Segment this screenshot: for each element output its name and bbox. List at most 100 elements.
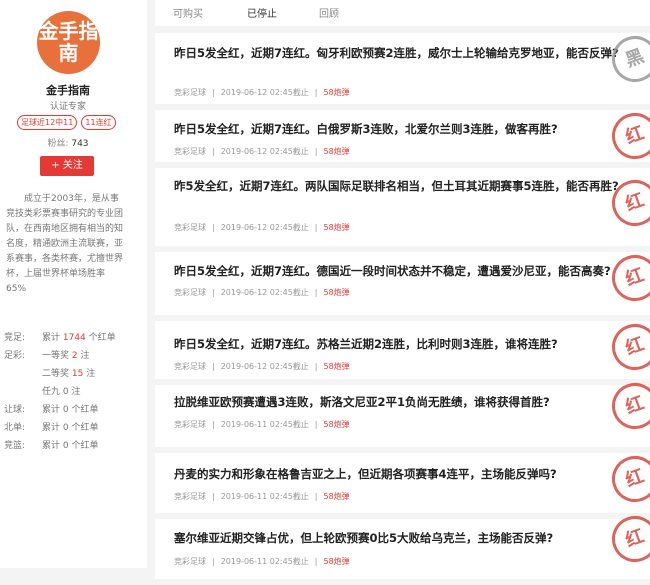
item-category: 竞彩足球 [174, 223, 206, 232]
list-item[interactable]: 昨日5发全红，近期7连红。白俄罗斯3连败，北爱尔兰则3连胜，做客再胜? 竞彩足球… [155, 106, 650, 166]
list-item[interactable]: 塞尔维亚近期交锋占优，但上轮欧预赛0比5大败给乌克兰，主场能否反弹? 竞彩足球 |… [155, 509, 650, 579]
item-category: 竞彩足球 [174, 557, 206, 566]
item-category: 竞彩足球 [174, 362, 206, 371]
result-stamp: 红 [605, 248, 650, 308]
expert-sidebar: 金手指南 金手指南 认证专家 足球近12中11 11连红 粉丝: 743 + 关… [0, 0, 147, 568]
stat-value: 累计 0 个红单 [42, 419, 98, 437]
item-title[interactable]: 昨5发全红，近期7连红。两队国际足联排名相当，但土耳其近期赛事5连胜，能否再胜? [174, 177, 644, 196]
item-category: 竞彩足球 [174, 288, 206, 297]
item-price: 58炮弹 [323, 362, 350, 371]
item-meta: 竞彩足球 | 2019-06-12 02:45截止 | 58炮弹 [174, 288, 350, 297]
stat-suffix: 个红单 [68, 441, 99, 451]
item-time: 2019-06-12 02:45截止 [220, 223, 309, 232]
item-time: 2019-06-11 02:45截止 [220, 492, 309, 501]
stat-label: 竞足: [4, 333, 26, 343]
stats-list: 竞足: 累计 1744 个红单 足彩: 一等奖 2 注 二等奖 15 注 任九 … [4, 329, 144, 455]
item-category: 竞彩足球 [174, 420, 206, 429]
stat-label: 让球: [4, 405, 26, 415]
item-title[interactable]: 昨日5发全红，近期7连红。德国近一段时间状态并不稳定，遭遇爱沙尼亚，能否高奏? [174, 262, 644, 281]
tab-available[interactable]: 可购买 [173, 5, 203, 20]
item-title[interactable]: 丹麦的实力和形象在格鲁吉亚之上，但近期各项赛事4连平，主场能反弹吗? [174, 465, 644, 484]
item-time: 2019-06-11 02:45截止 [220, 557, 309, 566]
stat-row: 竞足: 累计 1744 个红单 [4, 329, 144, 347]
follow-button[interactable]: + 关注 [40, 156, 94, 176]
list-item[interactable]: 丹麦的实力和形象在格鲁吉亚之上，但近期各项赛事4连平，主场能反弹吗? 竞彩足球 |… [155, 449, 650, 513]
item-time: 2019-06-12 02:45截止 [220, 88, 309, 97]
item-price: 58炮弹 [323, 147, 350, 156]
result-stamp: 红 [605, 317, 650, 377]
stat-value: 任九 0 注 [42, 383, 80, 401]
stat-label: 竞篮: [4, 441, 26, 451]
stat-row: 北单: 累计 0 个红单 [4, 419, 144, 437]
list-item[interactable]: 拉脱维亚欧预赛遭遇3连败，斯洛文尼亚2平1负尚无胜绩，谁将获得首胜? 竞彩足球 |… [155, 376, 650, 447]
item-price: 58炮弹 [323, 88, 350, 97]
list-item[interactable]: 昨日5发全红，近期7连红。匈牙利欧预赛2连胜，威尔士上轮输给克罗地亚，能否反弹?… [155, 29, 650, 104]
badges: 足球近12中11 11连红 [17, 115, 137, 130]
expert-name[interactable]: 金手指南 [0, 82, 136, 98]
stat-suffix: 注 [77, 351, 90, 361]
item-category: 竞彩足球 [174, 492, 206, 501]
tab-review[interactable]: 回顾 [319, 5, 339, 20]
stat-label: 北单: [4, 423, 26, 433]
result-stamp: 黑 [605, 29, 650, 89]
item-price: 58炮弹 [323, 557, 350, 566]
stat-suffix: 个红单 [68, 423, 99, 433]
item-meta: 竞彩足球 | 2019-06-12 02:45截止 | 58炮弹 [174, 88, 350, 97]
plan-tabs: 可购买 已停止 回顾 [155, 0, 650, 26]
stat-number: 15 [71, 369, 84, 379]
fans-value: 743 [71, 139, 89, 149]
item-meta: 竞彩足球 | 2019-06-12 02:45截止 | 58炮弹 [174, 223, 350, 232]
stat-number: 1744 [62, 333, 86, 343]
item-meta: 竞彩足球 | 2019-06-11 02:45截止 | 58炮弹 [174, 420, 350, 429]
tab-stopped[interactable]: 已停止 [247, 5, 277, 20]
stat-suffix: 注 [83, 369, 96, 379]
stat-suffix: 注 [68, 387, 81, 397]
streak-badge: 11连红 [81, 115, 116, 130]
item-price: 58炮弹 [323, 223, 350, 232]
logo-text: 金手指南 [38, 19, 99, 65]
list-item[interactable]: 昨日5发全红，近期7连红。苏格兰近期2连胜，比利时则3连胜，谁将连胜? 竞彩足球… [155, 317, 650, 379]
item-time: 2019-06-11 02:45截止 [220, 420, 309, 429]
stat-suffix: 个红单 [85, 333, 116, 343]
record-badge: 足球近12中11 [17, 115, 78, 130]
item-time: 2019-06-12 02:45截止 [220, 288, 309, 297]
item-time: 2019-06-12 02:45截止 [220, 362, 309, 371]
stat-row: 竞篮: 累计 0 个红单 [4, 437, 144, 455]
stat-row: 任九 0 注 [4, 383, 144, 401]
stat-prefix: 累计 [42, 441, 63, 451]
stat-suffix: 个红单 [68, 405, 99, 415]
item-meta: 竞彩足球 | 2019-06-11 02:45截止 | 58炮弹 [174, 492, 350, 501]
stat-row: 足彩: 一等奖 2 注 [4, 347, 144, 365]
result-stamp: 红 [605, 106, 650, 166]
fans-count: 粉丝: 743 [0, 136, 136, 149]
expert-avatar[interactable]: 金手指南 [37, 11, 100, 74]
stat-row: 让球: 累计 0 个红单 [4, 401, 144, 419]
expert-role: 认证专家 [49, 102, 86, 112]
item-time: 2019-06-12 02:45截止 [220, 147, 309, 156]
stat-prefix: 累计 [42, 333, 63, 343]
stat-prefix: 累计 [42, 405, 63, 415]
item-price: 58炮弹 [323, 288, 350, 297]
stat-value: 一等奖 2 注 [42, 347, 89, 365]
item-title[interactable]: 昨日5发全红，近期7连红。匈牙利欧预赛2连胜，威尔士上轮输给克罗地亚，能否反弹? [174, 44, 644, 63]
item-title[interactable]: 昨日5发全红，近期7连红。白俄罗斯3连败，北爱尔兰则3连胜，做客再胜? [174, 120, 644, 139]
list-item[interactable]: 昨5发全红，近期7连红。两队国际足联排名相当，但土耳其近期赛事5连胜，能否再胜?… [155, 168, 650, 246]
item-title[interactable]: 拉脱维亚欧预赛遭遇3连败，斯洛文尼亚2平1负尚无胜绩，谁将获得首胜? [174, 393, 644, 412]
expert-intro: 成立于2003年，是从事竞技类彩票赛事研究的专业团队，在西南地区拥有相当的知名度… [6, 194, 124, 294]
stat-prefix: 任九 [42, 387, 63, 397]
item-title[interactable]: 昨日5发全红，近期7连红。苏格兰近期2连胜，比利时则3连胜，谁将连胜? [174, 335, 644, 354]
item-meta: 竞彩足球 | 2019-06-12 02:45截止 | 58炮弹 [174, 147, 350, 156]
stat-value: 二等奖 15 注 [42, 365, 95, 383]
result-stamp: 红 [605, 509, 650, 569]
stat-prefix: 累计 [42, 423, 63, 433]
stat-value: 累计 0 个红单 [42, 437, 98, 455]
result-stamp: 红 [605, 449, 650, 509]
stat-prefix: 一等奖 [42, 351, 72, 361]
list-item[interactable]: 昨日5发全红，近期7连红。德国近一段时间状态并不稳定，遭遇爱沙尼亚，能否高奏? … [155, 248, 650, 315]
plan-list: 昨日5发全红，近期7连红。匈牙利欧预赛2连胜，威尔士上轮输给克罗地亚，能否反弹?… [155, 29, 650, 585]
stat-label: 足彩: [4, 351, 26, 361]
stat-row: 二等奖 15 注 [4, 365, 144, 383]
result-stamp: 红 [605, 376, 650, 436]
item-title[interactable]: 塞尔维亚近期交锋占优，但上轮欧预赛0比5大败给乌克兰，主场能否反弹? [174, 529, 644, 548]
item-price: 58炮弹 [323, 492, 350, 501]
